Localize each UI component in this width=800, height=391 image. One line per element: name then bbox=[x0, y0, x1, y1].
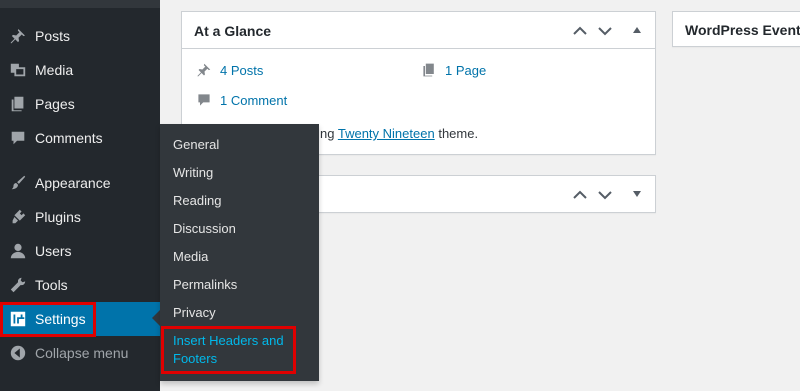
pushpin-icon bbox=[8, 26, 28, 46]
sidebar-item-label: Settings bbox=[35, 311, 86, 327]
paintbrush-icon bbox=[8, 173, 28, 193]
comment-icon bbox=[198, 94, 210, 106]
move-up-icon[interactable] bbox=[571, 22, 589, 40]
submenu-item-insert-headers-footers[interactable]: Insert Headers and Footers bbox=[173, 332, 293, 368]
toggle-panel-icon[interactable] bbox=[633, 191, 641, 197]
pages-icon bbox=[8, 94, 28, 114]
widget-title: WordPress Events bbox=[685, 22, 800, 38]
submenu-item-discussion[interactable]: Discussion bbox=[173, 220, 236, 238]
sidebar-item-label: Pages bbox=[35, 96, 75, 112]
comments-count-link[interactable]: 1 Comment bbox=[196, 92, 287, 108]
wordpress-events-widget: WordPress Events bbox=[672, 11, 800, 47]
admin-sidebar: Posts Media Pages Comments Appearance Pl… bbox=[0, 0, 160, 391]
theme-info: ng Twenty Nineteen theme. bbox=[320, 126, 478, 141]
settings-icon bbox=[8, 309, 28, 329]
submenu-item-permalinks[interactable]: Permalinks bbox=[173, 276, 237, 294]
submenu-item-privacy[interactable]: Privacy bbox=[173, 304, 216, 322]
settings-submenu: General Writing Reading Discussion Media… bbox=[160, 124, 319, 381]
plugin-icon bbox=[8, 207, 28, 227]
sidebar-item-tools[interactable]: Tools bbox=[0, 268, 160, 302]
users-icon bbox=[8, 241, 28, 261]
sidebar-item-label: Tools bbox=[35, 277, 68, 293]
sidebar-item-users[interactable]: Users bbox=[0, 234, 160, 268]
toggle-panel-icon[interactable] bbox=[633, 27, 641, 33]
pages-count-label: 1 Page bbox=[445, 62, 487, 78]
sidebar-item-posts[interactable]: Posts bbox=[0, 19, 160, 53]
pages-icon bbox=[423, 63, 434, 77]
move-down-icon[interactable] bbox=[596, 186, 614, 204]
move-down-icon[interactable] bbox=[596, 22, 614, 40]
sidebar-item-appearance[interactable]: Appearance bbox=[0, 166, 160, 200]
theme-suffix: theme. bbox=[438, 126, 479, 141]
widget-title: At a Glance bbox=[194, 23, 272, 39]
posts-count-label: 4 Posts bbox=[220, 62, 264, 78]
wrench-icon bbox=[8, 275, 28, 295]
sidebar-item-label: Appearance bbox=[35, 175, 111, 191]
sidebar-item-settings[interactable]: Settings bbox=[0, 302, 160, 336]
flyout-pointer bbox=[152, 310, 160, 326]
theme-prefix: ng bbox=[320, 126, 335, 141]
pushpin-icon bbox=[197, 63, 211, 77]
sidebar-item-label: Users bbox=[35, 243, 72, 259]
sidebar-item-label: Posts bbox=[35, 28, 71, 44]
sidebar-item-label: Plugins bbox=[35, 209, 81, 225]
media-icon bbox=[8, 60, 28, 80]
comments-count-label: 1 Comment bbox=[220, 92, 288, 108]
pages-count-link[interactable]: 1 Page bbox=[421, 62, 486, 78]
submenu-item-general[interactable]: General bbox=[173, 136, 219, 154]
collapse-icon bbox=[8, 343, 28, 363]
sidebar-item-label: Comments bbox=[35, 130, 103, 146]
submenu-item-reading[interactable]: Reading bbox=[173, 192, 221, 210]
widget-header: At a Glance bbox=[182, 12, 655, 49]
sidebar-item-plugins[interactable]: Plugins bbox=[0, 200, 160, 234]
move-up-icon[interactable] bbox=[571, 186, 589, 204]
comment-icon bbox=[8, 128, 28, 148]
sidebar-item-media[interactable]: Media bbox=[0, 53, 160, 87]
sidebar-item-pages[interactable]: Pages bbox=[0, 87, 160, 121]
submenu-item-writing[interactable]: Writing bbox=[173, 164, 213, 182]
sidebar-item-comments[interactable]: Comments bbox=[0, 121, 160, 155]
theme-link[interactable]: Twenty Nineteen bbox=[338, 126, 435, 141]
posts-count-link[interactable]: 4 Posts bbox=[196, 62, 263, 78]
submenu-item-media[interactable]: Media bbox=[173, 248, 208, 266]
sidebar-item-label: Collapse menu bbox=[35, 345, 129, 361]
collapse-menu-button[interactable]: Collapse menu bbox=[0, 336, 160, 370]
sidebar-top-edge bbox=[0, 0, 160, 8]
sidebar-item-label: Media bbox=[35, 62, 74, 78]
